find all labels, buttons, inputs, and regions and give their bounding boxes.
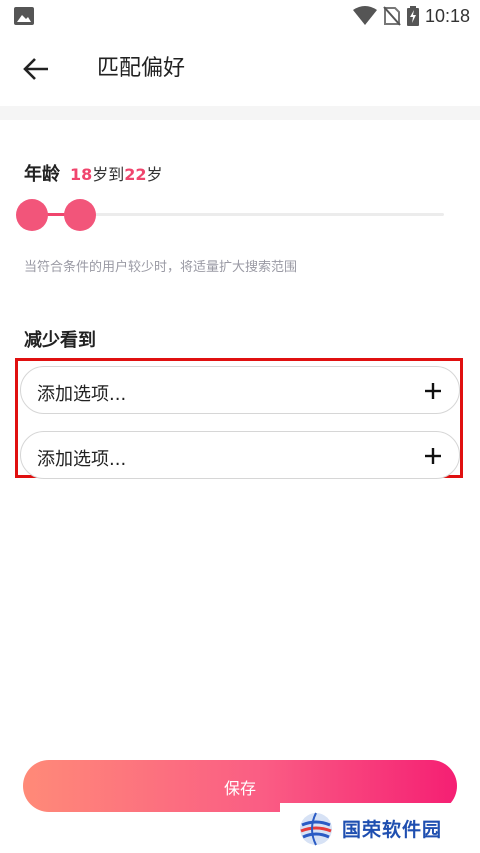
slider-max-handle[interactable] — [64, 199, 96, 231]
add-option-button[interactable]: 添加选项... — [20, 366, 460, 414]
age-min-value: 18 — [70, 165, 93, 184]
age-max-unit: 岁 — [146, 165, 163, 184]
age-hint: 当符合条件的用户较少时，将适量扩大搜索范围 — [24, 260, 298, 275]
header: 匹配偏好 — [0, 34, 480, 106]
back-button[interactable] — [20, 54, 54, 84]
status-bar: 10:18 — [0, 0, 480, 34]
match-preferences-screen: 10:18 匹配偏好 年龄 18 岁到 22 岁 当符合条件的用户较少时，将适量… — [0, 0, 480, 853]
arrow-left-icon — [23, 58, 48, 80]
header-divider — [0, 106, 480, 120]
age-range-slider[interactable] — [16, 198, 448, 232]
status-icons: 10:18 — [352, 5, 470, 27]
plus-icon — [425, 448, 441, 464]
image-icon — [14, 7, 34, 25]
age-row: 年龄 18 岁到 22 岁 — [24, 160, 163, 188]
plus-icon — [425, 383, 441, 399]
no-sim-icon — [383, 6, 401, 26]
globe-logo-icon — [300, 812, 332, 846]
save-label: 保存 — [223, 779, 256, 798]
age-label: 年龄 — [24, 164, 60, 185]
wifi-icon — [352, 6, 377, 25]
age-max-value: 22 — [124, 165, 147, 184]
watermark: 国荣软件园 — [280, 803, 480, 853]
page-title: 匹配偏好 — [97, 56, 186, 81]
add-option-button[interactable]: 添加选项... — [20, 431, 460, 479]
option-label: 添加选项... — [37, 449, 127, 470]
slider-min-handle[interactable] — [16, 199, 48, 231]
age-min-unit: 岁到 — [92, 165, 125, 184]
watermark-text: 国荣软件园 — [342, 819, 443, 841]
reduce-title: 减少看到 — [24, 330, 96, 351]
option-label: 添加选项... — [37, 384, 127, 405]
status-time: 10:18 — [424, 6, 470, 26]
battery-charging-icon — [406, 6, 419, 26]
